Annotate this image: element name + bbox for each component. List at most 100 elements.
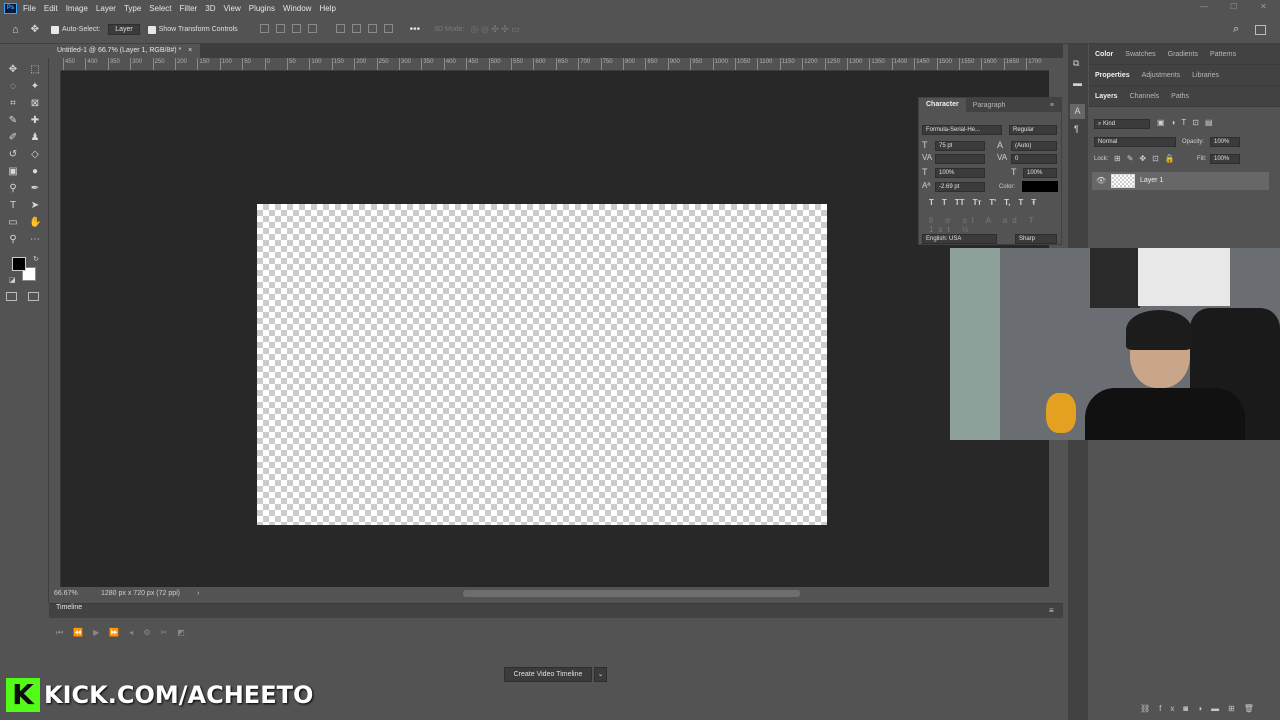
opentype-features-icon[interactable]: ﬁ ơ st A ad T 1st ½ (929, 216, 1061, 234)
settings-icon[interactable]: ⚙ (143, 628, 160, 637)
home-icon[interactable]: ⌂ (12, 24, 19, 36)
character-panel-icon[interactable]: A (1070, 104, 1085, 119)
align-bottom-icon[interactable] (367, 24, 377, 33)
tab-gradients[interactable]: Gradients (1162, 51, 1204, 58)
auto-select-checkbox[interactable]: Auto-Select: (51, 25, 100, 34)
menu-type[interactable]: Type (124, 4, 141, 13)
align-right-icon[interactable] (291, 24, 301, 33)
antialias-dropdown[interactable]: Sharp (1015, 234, 1057, 244)
blur-tool-icon[interactable]: ● (29, 166, 41, 178)
tab-properties[interactable]: Properties (1089, 72, 1136, 79)
lasso-tool-icon[interactable]: ◌ (7, 81, 19, 93)
text-color-swatch[interactable] (1022, 181, 1058, 192)
workspace-icon[interactable] (1255, 24, 1266, 35)
chevron-down-icon[interactable]: ⌄ (594, 667, 607, 682)
zoom-tool-icon[interactable]: ⚲ (7, 234, 19, 246)
link-icon[interactable]: ⛓ (1140, 704, 1159, 713)
healing-brush-icon[interactable]: ✚ (29, 115, 41, 127)
strikethrough-button[interactable]: Ŧ (1031, 198, 1036, 207)
prev-frame-icon[interactable]: ⏪ (73, 628, 93, 637)
menu-view[interactable]: View (224, 4, 241, 13)
maximize-icon[interactable]: ☐ (1230, 2, 1237, 11)
mask-icon[interactable]: ◙ (1183, 704, 1197, 713)
layer-filter-icons[interactable]: ▣◑T⊡▤ (1157, 118, 1219, 127)
photoshop-logo-icon[interactable]: Ps (4, 2, 17, 14)
play-icon[interactable]: ▶ (93, 628, 109, 637)
auto-select-dropdown[interactable]: Layer (108, 24, 140, 35)
screen-mode-icon[interactable] (28, 292, 39, 301)
layer-name[interactable]: Layer 1 (1140, 177, 1163, 184)
tab-paths[interactable]: Paths (1165, 93, 1195, 100)
tab-patterns[interactable]: Patterns (1204, 51, 1242, 58)
font-style-dropdown[interactable]: Regular (1009, 125, 1057, 135)
stamp-tool-icon[interactable]: ♟ (29, 132, 41, 144)
new-layer-icon[interactable]: ⊞ (1228, 704, 1244, 713)
group-icon[interactable]: ▬ (1211, 704, 1228, 713)
superscript-button[interactable]: T' (989, 198, 996, 207)
align-middle-icon[interactable] (351, 24, 361, 33)
filter-kind-dropdown[interactable]: ⌕ Kind (1094, 119, 1150, 129)
blend-mode-dropdown[interactable]: Normal (1094, 137, 1176, 147)
status-arrow-icon[interactable]: › (197, 587, 199, 601)
type-tool-icon[interactable]: T (7, 200, 19, 212)
align-left-icon[interactable] (259, 24, 269, 33)
menu-select[interactable]: Select (149, 4, 171, 13)
menu-file[interactable]: File (23, 4, 36, 13)
tracking-field[interactable]: 0 (1011, 154, 1057, 164)
tab-libraries[interactable]: Libraries (1186, 72, 1225, 79)
menu-3d[interactable]: 3D (205, 4, 215, 13)
panel-menu-icon[interactable]: ≡ (1049, 606, 1054, 615)
menu-edit[interactable]: Edit (44, 4, 58, 13)
leading-field[interactable]: (Auto) (1011, 141, 1057, 151)
foreground-color-swatch[interactable] (12, 257, 26, 271)
minimize-icon[interactable]: — (1200, 2, 1208, 11)
faux-italic-button[interactable]: T (942, 198, 947, 207)
menu-window[interactable]: Window (283, 4, 311, 13)
quick-mask-icon[interactable] (6, 292, 17, 301)
document-tab[interactable]: Untitled-1 @ 66.7% (Layer 1, RGB/8#) * × (49, 44, 201, 58)
horizontal-scale-field[interactable]: 100% (1023, 168, 1057, 178)
dodge-tool-icon[interactable]: ⚲ (7, 183, 19, 195)
menu-image[interactable]: Image (66, 4, 88, 13)
vertical-scale-field[interactable]: 100% (935, 168, 985, 178)
comments-icon[interactable]: ▬ (1073, 78, 1082, 88)
gradient-tool-icon[interactable]: ▣ (7, 166, 19, 178)
default-colors-icon[interactable]: ◪ (9, 276, 16, 284)
lock-icons[interactable]: ⊞✎✥⊡🔒 (1114, 154, 1181, 163)
eraser-tool-icon[interactable]: ◇ (29, 149, 41, 161)
subscript-button[interactable]: T, (1004, 198, 1010, 207)
language-dropdown[interactable]: English: USA (922, 234, 997, 244)
path-selection-icon[interactable]: ➤ (29, 200, 41, 212)
small-caps-button[interactable]: Tт (973, 198, 982, 207)
paragraph-panel-icon[interactable]: ¶ (1074, 124, 1079, 134)
horizontal-scrollbar-thumb[interactable] (463, 590, 800, 597)
trash-icon[interactable]: 🗑 (1244, 704, 1263, 713)
marquee-tool-icon[interactable]: ⬚ (29, 64, 41, 76)
menu-help[interactable]: Help (319, 4, 335, 13)
create-video-timeline-button[interactable]: Create Video Timeline (504, 667, 592, 682)
tab-swatches[interactable]: Swatches (1119, 51, 1161, 58)
distribute-icon[interactable] (307, 24, 317, 33)
baseline-shift-field[interactable]: -2.69 pt (935, 182, 985, 192)
menu-plugins[interactable]: Plugins (249, 4, 275, 13)
eye-icon[interactable]: 👁 (1096, 176, 1106, 185)
align-center-icon[interactable] (275, 24, 285, 33)
close-tab-icon[interactable]: × (188, 47, 192, 54)
first-frame-icon[interactable]: ⏮ (56, 628, 73, 637)
magic-wand-tool-icon[interactable]: ✦ (29, 81, 41, 93)
more-options-icon[interactable]: ••• (410, 24, 421, 35)
more-tools-icon[interactable]: ⋯ (29, 234, 41, 246)
transparent-canvas[interactable] (257, 204, 827, 525)
tab-layers[interactable]: Layers (1089, 93, 1124, 100)
rectangle-tool-icon[interactable]: ▭ (7, 217, 19, 229)
eyedropper-tool-icon[interactable]: ✎ (7, 115, 19, 127)
show-transform-checkbox[interactable]: Show Transform Controls (147, 25, 238, 34)
pen-tool-icon[interactable]: ✒ (29, 183, 41, 195)
crop-tool-icon[interactable]: ⌗ (7, 98, 19, 110)
menu-layer[interactable]: Layer (96, 4, 116, 13)
swap-colors-icon[interactable]: ↻ (33, 255, 39, 263)
distribute-vertical-icon[interactable] (383, 24, 393, 33)
layer-row[interactable]: 👁 Layer 1 (1092, 172, 1269, 190)
hand-tool-icon[interactable]: ✋ (29, 217, 41, 229)
menu-filter[interactable]: Filter (180, 4, 198, 13)
